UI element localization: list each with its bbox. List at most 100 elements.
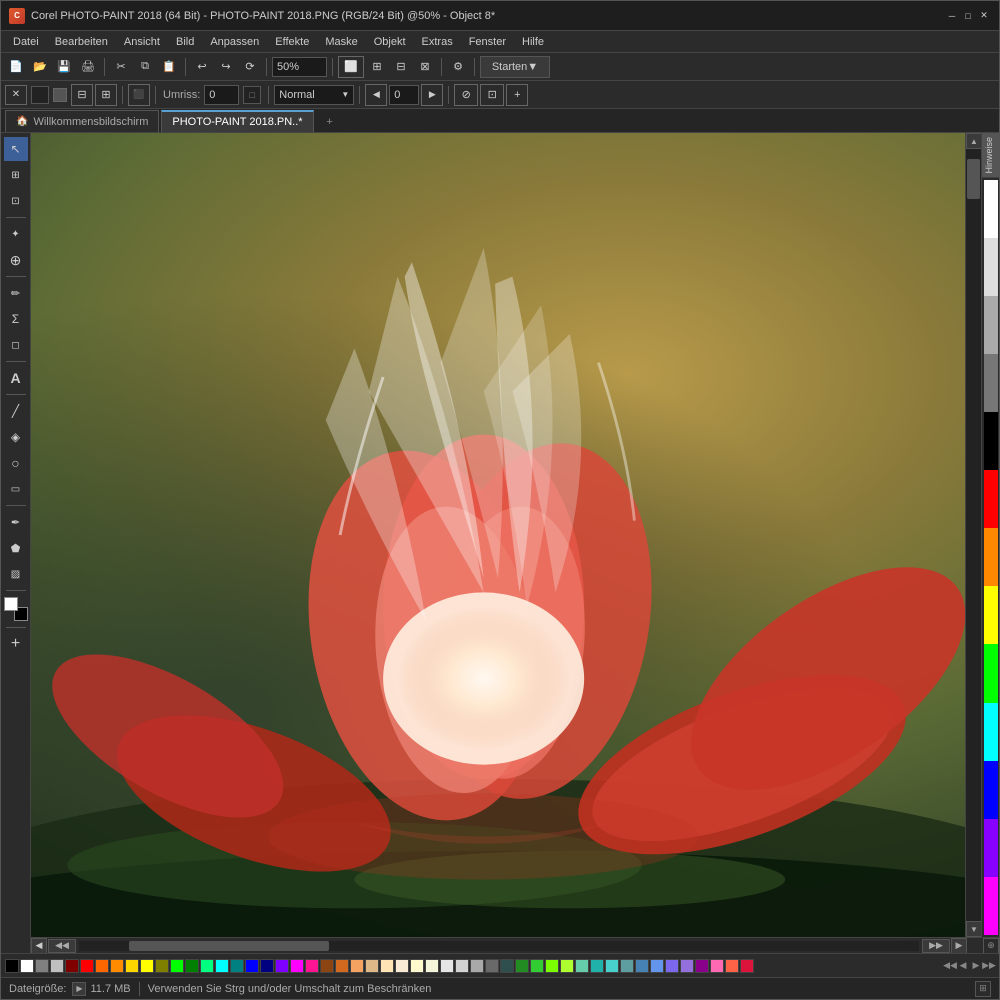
tool-pointer[interactable]: ↖ <box>4 137 28 161</box>
cut-button[interactable]: ✂ <box>110 56 132 78</box>
tb2-bg-swatch[interactable] <box>53 88 67 102</box>
h-scroll-track[interactable] <box>79 941 919 951</box>
status-options-btn[interactable]: ⊞ <box>975 981 991 997</box>
open-button[interactable]: 📂 <box>29 56 51 78</box>
scroll-prev2[interactable]: ◀◀ <box>48 939 76 953</box>
start-btn[interactable]: Starten ▼ <box>480 56 550 78</box>
ps-9[interactable] <box>125 959 139 973</box>
palette-black[interactable] <box>5 959 19 973</box>
ps-42[interactable] <box>620 959 634 973</box>
tb2-mask-btn[interactable]: ⬛ <box>128 84 150 106</box>
tool-fill[interactable]: ◈ <box>4 425 28 449</box>
palette-nav-next2[interactable]: ▶▶ <box>983 959 995 973</box>
tab-photo[interactable]: PHOTO-PAINT 2018.PN..* <box>161 110 313 132</box>
menu-fenster[interactable]: Fenster <box>461 34 514 50</box>
tool-bucket[interactable]: ⬟ <box>4 536 28 560</box>
tool-circle[interactable]: ○ <box>4 451 28 475</box>
h-scroll-thumb[interactable] <box>129 941 329 951</box>
color-magenta[interactable] <box>984 877 998 935</box>
color-orange[interactable] <box>984 528 998 586</box>
ps-44[interactable] <box>650 959 664 973</box>
ps-8[interactable] <box>110 959 124 973</box>
scroll-down-btn[interactable]: ▼ <box>966 921 982 937</box>
ps-49[interactable] <box>725 959 739 973</box>
snap-btn[interactable]: ⊠ <box>414 56 436 78</box>
menu-bild[interactable]: Bild <box>168 34 202 50</box>
settings-btn[interactable]: ⚙ <box>447 56 469 78</box>
color-mgray[interactable] <box>984 296 998 354</box>
color-white[interactable] <box>984 180 998 238</box>
ps-33[interactable] <box>485 959 499 973</box>
ps-29[interactable] <box>425 959 439 973</box>
tb2-add[interactable]: + <box>506 84 528 106</box>
zoom-input[interactable] <box>272 57 327 77</box>
ps-34[interactable] <box>500 959 514 973</box>
ps-6[interactable] <box>80 959 94 973</box>
palette-nav-prev2[interactable]: ◀◀ <box>944 959 956 973</box>
new-button[interactable]: 📄 <box>5 56 27 78</box>
color-yellow[interactable] <box>984 586 998 644</box>
ruler-btn[interactable]: ⊟ <box>390 56 412 78</box>
tb2-mask-add[interactable]: ✕ <box>5 85 27 105</box>
ps-11[interactable] <box>155 959 169 973</box>
tb2-color-swatch[interactable] <box>31 86 49 104</box>
ps-5[interactable] <box>65 959 79 973</box>
menu-anpassen[interactable]: Anpassen <box>202 34 267 50</box>
menu-ansicht[interactable]: Ansicht <box>116 34 168 50</box>
tool-clone[interactable]: Σ <box>4 307 28 331</box>
menu-maske[interactable]: Maske <box>317 34 365 50</box>
tool-paint[interactable]: ✏ <box>4 281 28 305</box>
ps-30[interactable] <box>440 959 454 973</box>
tb2-selector2[interactable]: ⊞ <box>95 84 117 106</box>
ps-50[interactable] <box>740 959 754 973</box>
ps-7[interactable] <box>95 959 109 973</box>
ps-13[interactable] <box>185 959 199 973</box>
ps-35[interactable] <box>515 959 529 973</box>
close-button[interactable]: ✕ <box>977 9 991 23</box>
reset-button[interactable]: ⟳ <box>239 56 261 78</box>
scroll-up-btn[interactable]: ▲ <box>966 133 982 149</box>
ps-27[interactable] <box>395 959 409 973</box>
tool-line[interactable]: ╱ <box>4 399 28 423</box>
tool-text[interactable]: A <box>4 366 28 390</box>
tb2-extra1[interactable]: ⊘ <box>454 84 478 106</box>
hints-tab[interactable]: Hinweise <box>982 133 999 178</box>
maximize-button[interactable]: □ <box>961 9 975 23</box>
save-button[interactable]: 💾 <box>53 56 75 78</box>
color-cyan[interactable] <box>984 703 998 761</box>
ps-17[interactable] <box>245 959 259 973</box>
color-dgray[interactable] <box>984 354 998 412</box>
ps-23[interactable] <box>335 959 349 973</box>
undo-button[interactable]: ↩ <box>191 56 213 78</box>
ps-26[interactable] <box>380 959 394 973</box>
grid-btn[interactable]: ⊞ <box>366 56 388 78</box>
ps-36[interactable] <box>530 959 544 973</box>
tool-pen[interactable]: ✒ <box>4 510 28 534</box>
tb2-opacity-input[interactable] <box>389 85 419 105</box>
menu-extras[interactable]: Extras <box>414 34 461 50</box>
ps-28[interactable] <box>410 959 424 973</box>
zoom-corner-btn[interactable]: ⊕ <box>983 938 999 954</box>
tool-rect[interactable]: ▭ <box>4 477 28 501</box>
ps-45[interactable] <box>665 959 679 973</box>
frame-btn[interactable]: ⬜ <box>338 56 364 78</box>
color-violet[interactable] <box>984 819 998 877</box>
tool-eraser[interactable]: ◻ <box>4 333 28 357</box>
ps-25[interactable] <box>365 959 379 973</box>
color-blue[interactable] <box>984 761 998 819</box>
ps-14[interactable] <box>200 959 214 973</box>
tab-welcome[interactable]: 🏠 Willkommensbildschirm <box>5 110 159 132</box>
ps-37[interactable] <box>545 959 559 973</box>
color-red[interactable] <box>984 470 998 528</box>
tool-crop[interactable]: ⊡ <box>4 189 28 213</box>
umriss-input[interactable] <box>204 85 239 105</box>
palette-nav-next[interactable]: ▶ <box>970 959 982 973</box>
tb2-opacity-down[interactable]: ◀ <box>365 84 387 106</box>
ps-39[interactable] <box>575 959 589 973</box>
ps-19[interactable] <box>275 959 289 973</box>
menu-effekte[interactable]: Effekte <box>267 34 317 50</box>
menu-bearbeiten[interactable]: Bearbeiten <box>47 34 116 50</box>
menu-objekt[interactable]: Objekt <box>366 34 414 50</box>
ps-43[interactable] <box>635 959 649 973</box>
tab-add-button[interactable]: + <box>320 112 340 132</box>
